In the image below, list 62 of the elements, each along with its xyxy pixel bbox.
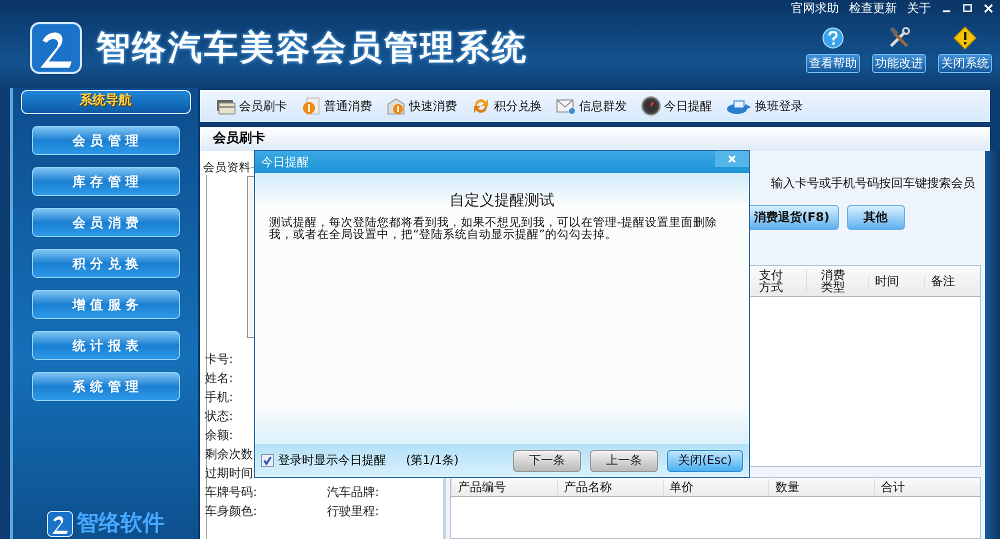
column-header: 合计 xyxy=(874,478,980,496)
search-hint: 输入卡号或手机号码按回车键搜索会员 xyxy=(771,175,975,192)
toolbar-button[interactable]: 快速消费 xyxy=(409,98,457,114)
hammer-wrench-icon[interactable] xyxy=(887,26,911,50)
top-link[interactable]: 关于 xyxy=(907,0,931,16)
page-counter: (第1/1条) xyxy=(406,452,459,469)
reminder-heading: 自定义提醒测试 xyxy=(448,191,556,210)
dialog-button[interactable]: 关闭(Esc) xyxy=(667,450,743,472)
app-title: 智络汽车美容会员管理系统 xyxy=(96,27,528,70)
header-button[interactable]: 查看帮助 xyxy=(806,54,860,73)
field-label: 卡号: xyxy=(205,351,234,368)
nav-button[interactable]: 积 分 兑 换 xyxy=(32,249,180,278)
field-label: 剩余次数 xyxy=(205,446,253,463)
field-label: 过期时间 xyxy=(205,465,253,482)
nav-button[interactable]: 统 计 报 表 xyxy=(32,331,180,360)
field-label: 手机: xyxy=(205,389,234,406)
toolbar-button[interactable]: 信息群发 xyxy=(579,98,627,114)
nav-button[interactable]: 增 值 服 务 xyxy=(32,290,180,319)
field-label: 行驶里程: xyxy=(327,503,380,520)
field-label: 车牌号码: xyxy=(205,484,258,501)
footer-logo-text: 智络软件 xyxy=(76,511,164,537)
clock-icon[interactable] xyxy=(641,96,661,116)
nav-title: 系统导航 xyxy=(20,90,190,114)
warning-icon[interactable] xyxy=(953,26,977,50)
close-icon xyxy=(727,154,737,164)
field-label: 汽车品牌: xyxy=(327,484,380,501)
top-link[interactable]: 检查更新 xyxy=(849,0,897,16)
field-label: 余额: xyxy=(205,427,234,444)
reminder-message: 测试提醒，每次登陆您都将看到我，如果不想见到我，可以在管理-提醒设置里面删除我，或者在全局设置中，把“登陆系统自动显示提醒”的勾勾去掉。 xyxy=(269,216,718,240)
checkbox-label[interactable]: 登录时显示今日提醒 xyxy=(278,452,386,469)
maximize-icon[interactable] xyxy=(962,2,973,14)
field-label: 姓名: xyxy=(205,370,234,387)
column-header: 时间 xyxy=(868,275,924,287)
dialog-button[interactable]: 上一条 xyxy=(590,450,658,472)
dialog-button[interactable]: 下一条 xyxy=(513,450,581,472)
nav-button[interactable]: 系 统 管 理 xyxy=(32,372,180,401)
column-header: 消费类型 xyxy=(806,269,868,293)
dialog-title: 今日提醒 xyxy=(260,154,309,170)
close-icon[interactable] xyxy=(983,2,994,14)
app-logo-icon xyxy=(30,22,82,74)
help-icon[interactable] xyxy=(821,26,845,50)
coin-basket-icon[interactable] xyxy=(386,96,406,116)
top-link[interactable]: 官网求助 xyxy=(791,0,839,16)
toolbar-button[interactable]: 今日提醒 xyxy=(664,98,712,114)
toolbar-button[interactable]: 换班登录 xyxy=(755,98,803,114)
field-label: 状态: xyxy=(205,408,234,425)
field-label: 车身颜色: xyxy=(205,503,258,520)
checkbox[interactable] xyxy=(261,454,274,467)
app-logo-icon xyxy=(46,511,72,537)
nav-button[interactable]: 会 员 管 理 xyxy=(32,126,180,155)
toolbar-button[interactable]: 普通消费 xyxy=(324,98,372,114)
header-button[interactable]: 功能改进 xyxy=(872,54,926,73)
nav-button[interactable]: 库 存 管 理 xyxy=(32,167,180,196)
section-title: 会员刷卡 xyxy=(200,127,990,151)
column-header: 数量 xyxy=(768,478,874,496)
toolbar-button[interactable]: 积分兑换 xyxy=(494,98,542,114)
member-info-legend: 会员资料 xyxy=(203,160,251,175)
header-button[interactable]: 关闭系统 xyxy=(938,54,992,73)
column-header: 备注 xyxy=(924,275,980,287)
toolbar-button[interactable]: 会员刷卡 xyxy=(239,98,287,114)
action-button[interactable]: 其他 xyxy=(846,205,905,230)
nav-button[interactable]: 会 员 消 费 xyxy=(32,208,180,237)
